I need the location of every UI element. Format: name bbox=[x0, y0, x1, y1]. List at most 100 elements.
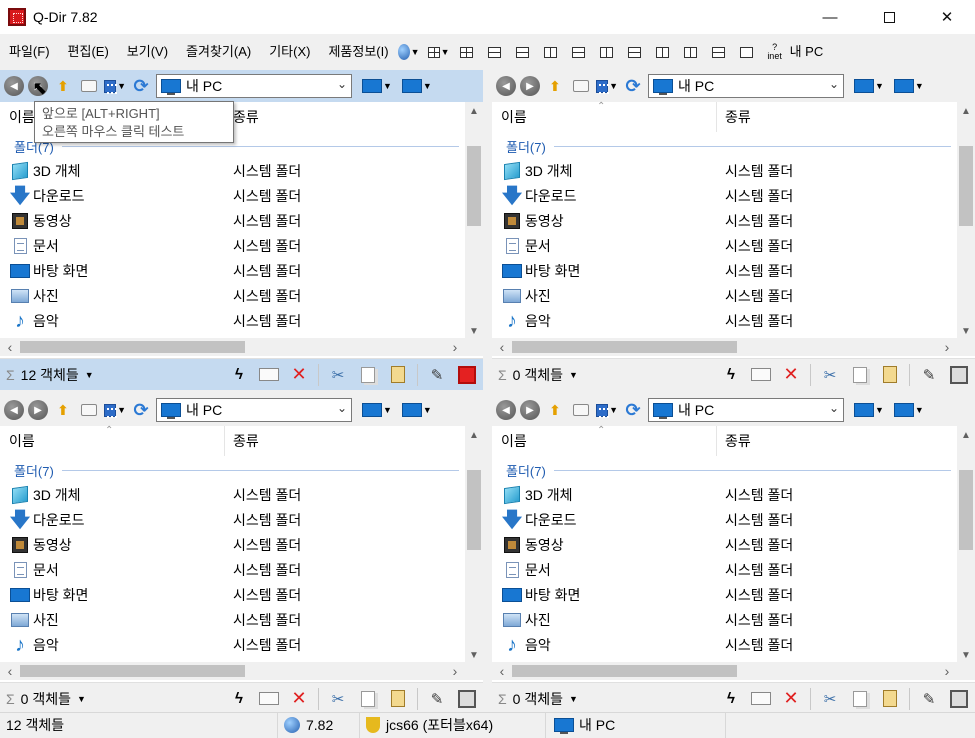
list-item[interactable]: 문서 시스템 폴더 bbox=[0, 233, 465, 258]
scroll-up-icon[interactable]: ▲ bbox=[957, 428, 975, 444]
scroll-thumb[interactable] bbox=[512, 341, 737, 353]
list-item[interactable]: 사진 시스템 폴더 bbox=[0, 607, 465, 632]
up-folder-button[interactable]: ⬆ bbox=[544, 399, 566, 421]
layout-h4-button[interactable] bbox=[624, 42, 646, 62]
chevron-down-icon[interactable]: ⌄ bbox=[829, 77, 839, 91]
scroll-right-icon[interactable]: › bbox=[447, 662, 463, 680]
monitor-icon[interactable] bbox=[854, 79, 874, 93]
list-item[interactable]: 3D 개체 시스템 폴더 bbox=[492, 158, 957, 183]
chevron-down-icon[interactable]: ▼ bbox=[875, 81, 884, 91]
refresh-button[interactable]: ⟳ bbox=[622, 399, 644, 421]
scroll-up-icon[interactable]: ▲ bbox=[465, 104, 483, 120]
list-item[interactable]: ♪ 음악 시스템 폴더 bbox=[492, 632, 957, 657]
quick-action-button[interactable]: ϟ bbox=[227, 688, 251, 710]
list-item[interactable]: 동영상 시스템 폴더 bbox=[0, 208, 465, 233]
chevron-down-icon[interactable]: ⌄ bbox=[337, 401, 347, 415]
monitor-icon[interactable] bbox=[362, 79, 382, 93]
address-bar[interactable]: 내 PC ⌄ bbox=[156, 74, 352, 98]
list-item[interactable]: 사진 시스템 폴더 bbox=[492, 283, 957, 308]
properties-button[interactable]: ✎ bbox=[425, 688, 449, 710]
scroll-up-icon[interactable]: ▲ bbox=[957, 104, 975, 120]
delete-button[interactable]: ✕ bbox=[287, 688, 311, 710]
layout-h2b-button[interactable] bbox=[708, 42, 730, 62]
new-folder-button[interactable] bbox=[78, 399, 100, 421]
horizontal-scrollbar[interactable]: ‹ › bbox=[492, 338, 957, 356]
layout-single-button[interactable] bbox=[736, 42, 758, 62]
refresh-button[interactable]: ⟳ bbox=[130, 75, 152, 97]
menu-view[interactable]: 보기(V) bbox=[118, 38, 177, 66]
vertical-scrollbar[interactable]: ▲ ▼ bbox=[957, 426, 975, 666]
forward-button[interactable]: ▶ bbox=[520, 400, 540, 420]
rename-button[interactable] bbox=[749, 364, 773, 386]
scroll-thumb[interactable] bbox=[20, 341, 245, 353]
monitor-icon[interactable] bbox=[362, 403, 382, 417]
object-count[interactable]: 0 객체들 bbox=[21, 689, 71, 709]
column-type-header[interactable]: 종류 bbox=[717, 107, 751, 127]
object-count[interactable]: 0 객체들 bbox=[513, 365, 563, 385]
cut-button[interactable]: ✂ bbox=[818, 364, 842, 386]
close-button[interactable]: ✕ bbox=[918, 0, 975, 34]
column-name-header[interactable]: 이름 ⌃ bbox=[0, 425, 225, 456]
scroll-left-icon[interactable]: ‹ bbox=[2, 662, 18, 680]
list-item[interactable]: 3D 개체 시스템 폴더 bbox=[0, 482, 465, 507]
chevron-down-icon[interactable]: ▼ bbox=[875, 405, 884, 415]
scroll-left-icon[interactable]: ‹ bbox=[494, 338, 510, 356]
delete-button[interactable]: ✕ bbox=[287, 364, 311, 386]
chevron-down-icon[interactable]: ▼ bbox=[77, 694, 86, 704]
copy-button[interactable] bbox=[356, 688, 380, 710]
list-item[interactable]: 🡇 다운로드 시스템 폴더 bbox=[0, 507, 465, 532]
paste-button[interactable] bbox=[878, 364, 902, 386]
list-item[interactable]: 동영상 시스템 폴더 bbox=[492, 208, 957, 233]
up-folder-button[interactable]: ⬆ bbox=[52, 399, 74, 421]
list-item[interactable]: 바탕 화면 시스템 폴더 bbox=[492, 582, 957, 607]
list-item[interactable]: ♪ 음악 시스템 폴더 bbox=[492, 308, 957, 333]
vertical-scrollbar[interactable]: ▲ ▼ bbox=[957, 102, 975, 342]
scroll-thumb[interactable] bbox=[467, 470, 481, 550]
layout-h2-button[interactable] bbox=[568, 42, 590, 62]
menu-edit[interactable]: 편집(E) bbox=[59, 38, 118, 66]
chevron-down-icon[interactable]: ⌄ bbox=[829, 401, 839, 415]
quick-action-button[interactable]: ϟ bbox=[719, 688, 743, 710]
column-type-header[interactable]: 종류 bbox=[225, 431, 259, 451]
scroll-thumb[interactable] bbox=[512, 665, 737, 677]
vertical-scrollbar[interactable]: ▲ ▼ bbox=[465, 102, 483, 342]
cut-button[interactable]: ✂ bbox=[326, 688, 350, 710]
scroll-thumb[interactable] bbox=[959, 470, 973, 550]
menu-file[interactable]: 파일(F) bbox=[0, 38, 59, 66]
list-item[interactable]: 문서 시스템 폴더 bbox=[0, 557, 465, 582]
address-bar[interactable]: 내 PC ⌄ bbox=[156, 398, 352, 422]
copy-button[interactable] bbox=[356, 364, 380, 386]
group-header[interactable]: 폴더(7) bbox=[14, 460, 459, 480]
paste-button[interactable] bbox=[878, 688, 902, 710]
list-item[interactable]: 바탕 화면 시스템 폴더 bbox=[0, 258, 465, 283]
rename-button[interactable] bbox=[257, 364, 281, 386]
menu-favorites[interactable]: 즐겨찾기(A) bbox=[177, 38, 260, 66]
paste-button[interactable] bbox=[386, 688, 410, 710]
pane-select-button[interactable] bbox=[455, 688, 479, 710]
pane-select-button[interactable] bbox=[947, 364, 971, 386]
scroll-up-icon[interactable]: ▲ bbox=[465, 428, 483, 444]
new-folder-button[interactable] bbox=[78, 75, 100, 97]
list-item[interactable]: ♪ 음악 시스템 폴더 bbox=[0, 632, 465, 657]
cut-button[interactable]: ✂ bbox=[326, 364, 350, 386]
scroll-right-icon[interactable]: › bbox=[447, 338, 463, 356]
delete-button[interactable]: ✕ bbox=[779, 688, 803, 710]
up-folder-button[interactable]: ⬆ bbox=[544, 75, 566, 97]
chevron-down-icon[interactable]: ▼ bbox=[915, 81, 924, 91]
copy-button[interactable] bbox=[848, 364, 872, 386]
monitor-icon[interactable] bbox=[854, 403, 874, 417]
vertical-scrollbar[interactable]: ▲ ▼ bbox=[465, 426, 483, 666]
chevron-down-icon[interactable]: ▼ bbox=[569, 694, 578, 704]
layout-v2b-button[interactable] bbox=[680, 42, 702, 62]
column-type-header[interactable]: 종류 bbox=[717, 431, 751, 451]
column-name-header[interactable]: 이름 ⌃ bbox=[492, 101, 717, 132]
list-item[interactable]: 바탕 화면 시스템 폴더 bbox=[492, 258, 957, 283]
properties-button[interactable]: ✎ bbox=[425, 364, 449, 386]
horizontal-scrollbar[interactable]: ‹ › bbox=[0, 662, 465, 680]
maximize-button[interactable] bbox=[860, 0, 918, 34]
minimize-button[interactable]: — bbox=[801, 0, 859, 34]
scroll-thumb[interactable] bbox=[959, 146, 973, 226]
pane-select-button[interactable] bbox=[455, 364, 479, 386]
refresh-button[interactable]: ⟳ bbox=[622, 75, 644, 97]
menu-extras[interactable]: 기타(X) bbox=[260, 38, 319, 66]
